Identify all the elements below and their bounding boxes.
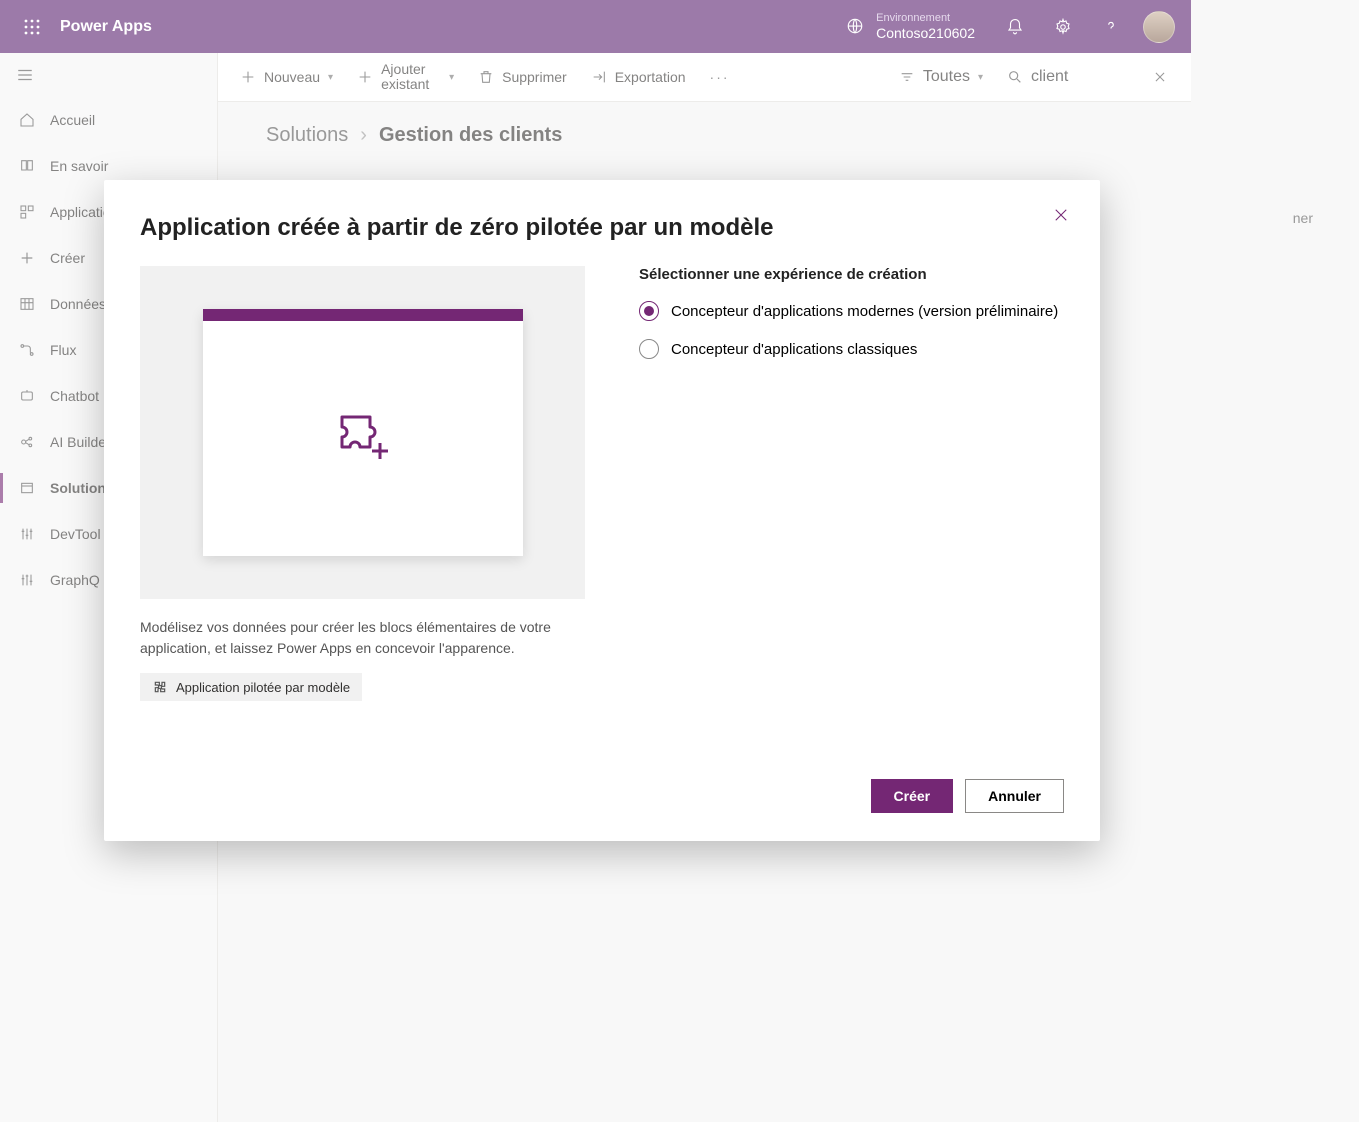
filter-icon xyxy=(899,69,915,85)
home-icon xyxy=(18,111,36,129)
breadcrumb-current: Gestion des clients xyxy=(379,124,562,147)
nav-label: Chatbot xyxy=(50,388,99,404)
search-icon xyxy=(1007,69,1023,85)
breadcrumb-sep: › xyxy=(360,124,367,147)
tools-icon xyxy=(18,525,36,543)
app-type-tag: Application pilotée par modèle xyxy=(140,673,362,701)
notifications-icon[interactable] xyxy=(991,0,1039,53)
nav-label: En savoir xyxy=(50,158,108,174)
nav-label: Créer xyxy=(50,250,85,266)
create-button[interactable]: Créer xyxy=(871,779,954,813)
apps-icon xyxy=(18,203,36,221)
cmd-export[interactable]: Exportation xyxy=(581,53,696,102)
export-icon xyxy=(591,69,607,85)
cmd-label: Nouveau xyxy=(264,69,320,85)
chatbot-icon xyxy=(18,387,36,405)
cmd-delete[interactable]: Supprimer xyxy=(468,53,577,102)
cmd-label: Supprimer xyxy=(502,69,567,85)
nav-home[interactable]: Accueil xyxy=(0,97,217,143)
more-icon: ··· xyxy=(710,69,730,85)
breadcrumb: Solutions › Gestion des clients xyxy=(266,124,1143,147)
user-avatar[interactable] xyxy=(1143,11,1175,43)
cmd-new[interactable]: Nouveau ▾ xyxy=(230,53,343,102)
radio-label: Concepteur d'applications classiques xyxy=(671,341,917,358)
modal-description: Modélisez vos données pour créer les blo… xyxy=(140,617,585,659)
radio-label: Concepteur d'applications modernes (vers… xyxy=(671,303,1058,320)
filter-label: Toutes xyxy=(923,68,970,86)
nav-label: Accueil xyxy=(50,112,95,128)
plus-icon xyxy=(18,249,36,267)
cancel-button[interactable]: Annuler xyxy=(965,779,1064,813)
radio-classic-designer[interactable]: Concepteur d'applications classiques xyxy=(639,339,1064,359)
breadcrumb-root[interactable]: Solutions xyxy=(266,124,348,147)
puzzle-icon xyxy=(152,679,168,695)
tag-label: Application pilotée par modèle xyxy=(176,680,350,695)
create-app-modal: Application créée à partir de zéro pilot… xyxy=(104,180,1100,841)
top-bar: Power Apps Environnement Contoso210602 xyxy=(0,0,1191,53)
search-box[interactable]: client xyxy=(997,68,1137,86)
environment-picker[interactable]: Environnement Contoso210602 xyxy=(830,12,991,42)
search-value: client xyxy=(1031,68,1068,86)
chevron-down-icon: ▾ xyxy=(978,72,983,83)
command-bar: Nouveau ▾ Ajouter existant ▾ Supprimer Exp… xyxy=(218,53,1191,102)
settings-icon[interactable] xyxy=(1039,0,1087,53)
options-heading: Sélectionner une expérience de création xyxy=(639,266,1064,283)
truncated-text: ner xyxy=(1293,210,1313,226)
delete-icon xyxy=(478,69,494,85)
chevron-down-icon: ▾ xyxy=(449,72,454,83)
preview-card xyxy=(140,266,585,599)
nav-collapse-button[interactable] xyxy=(0,53,217,97)
nav-label: Données xyxy=(50,296,106,312)
cmd-label: Exportation xyxy=(615,69,686,85)
flow-icon xyxy=(18,341,36,359)
modal-title: Application créée à partir de zéro pilot… xyxy=(140,214,1064,242)
env-label: Environnement xyxy=(876,12,975,25)
table-icon xyxy=(18,295,36,313)
cmd-add-existing[interactable]: Ajouter existant ▾ xyxy=(347,53,464,102)
radio-unselected-icon xyxy=(639,339,659,359)
cmd-overflow[interactable]: ··· xyxy=(700,53,740,102)
plus-icon xyxy=(240,69,256,85)
app-launcher-icon[interactable] xyxy=(8,0,56,53)
modal-close-button[interactable] xyxy=(1046,200,1076,230)
cmd-label: Ajouter existant xyxy=(381,62,441,93)
app-title: Power Apps xyxy=(60,18,152,36)
plus-icon xyxy=(357,69,373,85)
ai-icon xyxy=(18,433,36,451)
nav-label: DevTool xyxy=(50,526,101,542)
puzzle-plus-icon xyxy=(330,403,396,463)
solutions-icon xyxy=(18,479,36,497)
chevron-down-icon: ▾ xyxy=(328,72,333,83)
nav-label: AI Builder xyxy=(50,434,111,450)
radio-modern-designer[interactable]: Concepteur d'applications modernes (vers… xyxy=(639,301,1064,321)
graph-icon xyxy=(18,571,36,589)
filter-all[interactable]: Toutes ▾ xyxy=(889,68,993,86)
nav-label: GraphQ xyxy=(50,572,100,588)
breadcrumb-area: Solutions › Gestion des clients xyxy=(218,102,1191,169)
radio-selected-icon xyxy=(639,301,659,321)
help-icon[interactable] xyxy=(1087,0,1135,53)
nav-label: Flux xyxy=(50,342,76,358)
env-name: Contoso210602 xyxy=(876,25,975,42)
book-icon xyxy=(18,157,36,175)
clear-search-icon[interactable] xyxy=(1141,70,1179,84)
